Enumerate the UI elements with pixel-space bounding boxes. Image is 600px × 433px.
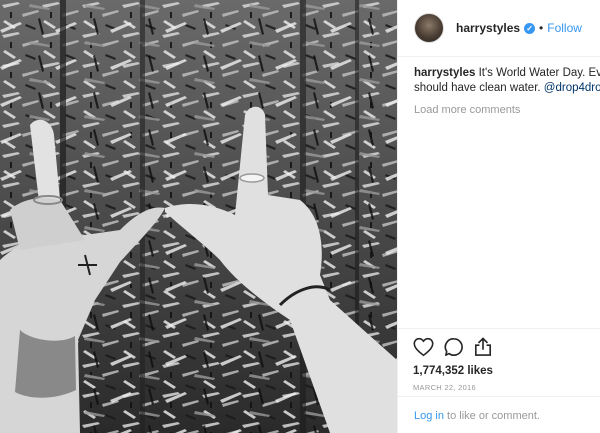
post-date: MARCH 22, 2016 (413, 383, 476, 392)
caption-text-line1: It's World Water Day. Everyon (478, 67, 600, 79)
login-prompt: Log in to like or comment. (398, 396, 600, 433)
avatar[interactable] (414, 13, 444, 43)
comments-section: harrystyles It's World Water Day. Everyo… (414, 66, 600, 116)
caption: harrystyles It's World Water Day. Everyo… (414, 66, 600, 96)
post-photo[interactable] (0, 0, 397, 433)
username-link[interactable]: harrystyles (456, 21, 520, 35)
verified-icon: ✓ (524, 22, 536, 34)
caption-text-line2: should have clean water. (414, 82, 541, 94)
share-icon[interactable] (474, 337, 492, 357)
separator-dot: • (539, 21, 544, 35)
comment-icon[interactable] (444, 337, 464, 357)
post-header: harrystyles ✓ • Follow (398, 0, 600, 57)
login-link[interactable]: Log in (414, 410, 444, 422)
load-more-comments[interactable]: Load more comments (414, 104, 600, 116)
heart-icon[interactable] (413, 337, 434, 357)
post-sidebar: harrystyles ✓ • Follow harrystyles It's … (397, 0, 600, 433)
login-prompt-text: to like or comment. (447, 410, 540, 422)
post-actions: 1,774,352 likes MARCH 22, 2016 (398, 328, 600, 392)
follow-button[interactable]: Follow (547, 21, 582, 35)
caption-author[interactable]: harrystyles (414, 67, 475, 79)
photo-image (0, 0, 397, 433)
likes-count[interactable]: 1,774,352 likes (413, 365, 600, 377)
mention-link[interactable]: @drop4drop (544, 82, 600, 94)
